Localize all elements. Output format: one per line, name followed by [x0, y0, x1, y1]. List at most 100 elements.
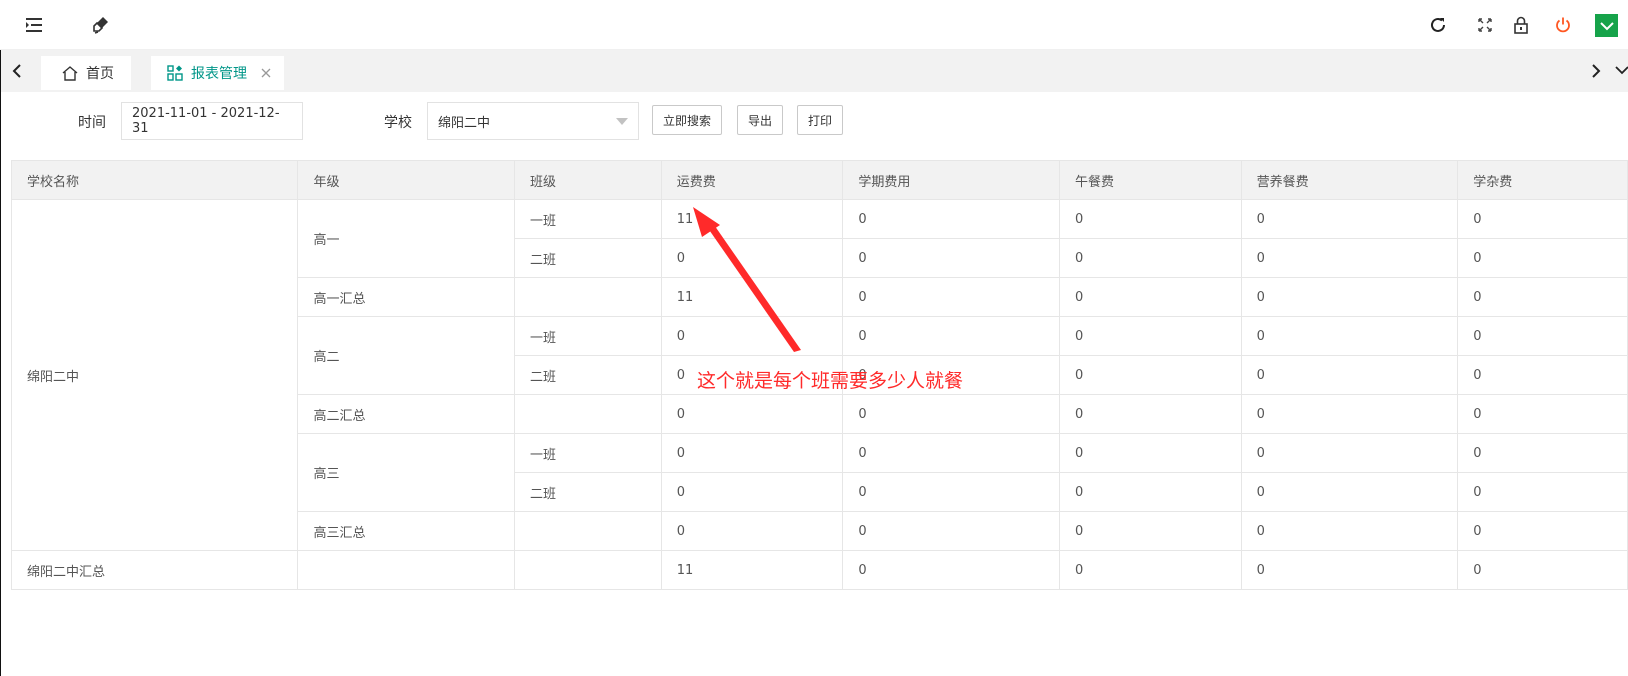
empty-cell [514, 550, 662, 590]
value-cell: 0 [1457, 394, 1628, 434]
empty-cell [297, 550, 516, 590]
tab-home-label: 首页 [86, 66, 114, 82]
value-cell: 0 [660, 433, 844, 473]
report-icon [167, 65, 183, 81]
header-school-name: 学校名称 [10, 160, 299, 200]
header-lunch-fee: 午餐费 [1059, 160, 1242, 200]
value-cell: 0 [660, 394, 844, 434]
value-cell: 0 [1059, 199, 1242, 239]
header-class: 班级 [514, 160, 662, 200]
header-freight-fee: 运费费 [660, 160, 844, 200]
value-cell: 0 [842, 277, 1061, 317]
lock-icon[interactable] [1510, 14, 1532, 36]
class-cell: 二班 [514, 238, 662, 278]
class-cell: 一班 [514, 433, 662, 473]
tab-home[interactable]: 首页 [41, 56, 131, 90]
value-cell: 0 [1240, 199, 1459, 239]
school-summary-cell: 绵阳二中汇总 [10, 550, 299, 590]
value-cell: 0 [1059, 316, 1242, 356]
export-button[interactable]: 导出 [737, 105, 783, 135]
value-cell: 0 [1240, 511, 1459, 551]
value-cell: 0 [1240, 394, 1459, 434]
class-cell: 一班 [514, 316, 662, 356]
value-cell: 0 [1457, 199, 1628, 239]
grade-summary-cell: 高一汇总 [297, 277, 516, 317]
tab-report-management[interactable]: 报表管理 [151, 56, 284, 90]
value-cell: 0 [1059, 394, 1242, 434]
value-cell: 0 [1457, 277, 1628, 317]
class-cell [514, 277, 662, 317]
school-name-cell: 绵阳二中 [10, 199, 299, 551]
value-cell: 0 [842, 550, 1061, 590]
header-misc-fee: 学杂费 [1457, 160, 1628, 200]
class-cell [514, 394, 662, 434]
value-cell: 0 [1059, 511, 1242, 551]
class-cell: 二班 [514, 472, 662, 512]
chevron-down-icon[interactable] [1595, 14, 1618, 37]
value-cell: 0 [1059, 472, 1242, 512]
value-cell: 11 [660, 550, 844, 590]
tab-scroll-left-icon[interactable] [10, 62, 24, 84]
grade-cell: 高三 [297, 433, 516, 512]
tab-dropdown-icon[interactable] [1615, 64, 1628, 80]
value-cell: 0 [1240, 472, 1459, 512]
class-cell: 二班 [514, 355, 662, 395]
print-button[interactable]: 打印 [797, 105, 843, 135]
annotation-arrow [693, 207, 801, 352]
value-cell: 0 [660, 511, 844, 551]
value-cell: 0 [1059, 355, 1242, 395]
value-cell: 0 [842, 511, 1061, 551]
table-header-row: 学校名称 年级 班级 运费费 学期费用 午餐费 营养餐费 学杂费 [10, 160, 1628, 200]
value-cell: 0 [660, 472, 844, 512]
header-grade: 年级 [297, 160, 516, 200]
value-cell: 0 [1457, 550, 1628, 590]
value-cell: 0 [1240, 316, 1459, 356]
grade-summary-cell: 高三汇总 [297, 511, 516, 551]
refresh-icon[interactable] [1427, 14, 1449, 36]
date-range-input[interactable]: 2021-11-01 - 2021-12-31 [121, 102, 303, 140]
school-label: 学校 [384, 115, 412, 131]
time-label: 时间 [78, 115, 106, 131]
home-icon [62, 65, 78, 81]
left-edge-divider [0, 50, 1, 676]
value-cell: 0 [1059, 550, 1242, 590]
tab-scroll-right-icon[interactable] [1589, 62, 1603, 84]
value-cell: 0 [1240, 238, 1459, 278]
table-total-row: 绵阳二中汇总 11 0 0 0 0 [10, 550, 1628, 590]
value-cell: 0 [1457, 433, 1628, 473]
search-button[interactable]: 立即搜索 [652, 105, 722, 135]
annotation-text: 这个就是每个班需要多少人就餐 [697, 370, 964, 392]
tab-report-label: 报表管理 [191, 66, 247, 82]
brush-icon[interactable] [89, 14, 111, 36]
school-select-value: 绵阳二中 [438, 115, 491, 131]
header-term-fee: 学期费用 [842, 160, 1061, 200]
value-cell: 0 [1457, 238, 1628, 278]
fullscreen-icon[interactable] [1474, 14, 1496, 36]
date-range-value: 2021-11-01 - 2021-12-31 [132, 106, 280, 136]
value-cell: 0 [1240, 277, 1459, 317]
grade-summary-cell: 高二汇总 [297, 394, 516, 434]
tab-bar: 首页 报表管理 [0, 50, 1628, 92]
value-cell: 0 [1240, 355, 1459, 395]
close-icon[interactable] [261, 68, 271, 78]
value-cell: 0 [1457, 511, 1628, 551]
table-row: 绵阳二中 高一 一班 11 0 0 0 0 [10, 199, 1628, 551]
value-cell: 0 [842, 316, 1061, 356]
select-arrow-icon [616, 117, 628, 125]
school-select[interactable]: 绵阳二中 [427, 102, 639, 140]
menu-icon[interactable] [23, 14, 45, 36]
value-cell: 0 [842, 238, 1061, 278]
value-cell: 0 [842, 394, 1061, 434]
value-cell: 0 [1059, 277, 1242, 317]
class-cell: 一班 [514, 199, 662, 239]
value-cell: 0 [1059, 433, 1242, 473]
top-bar [0, 0, 1628, 50]
value-cell: 0 [1240, 550, 1459, 590]
value-cell: 0 [842, 433, 1061, 473]
power-icon[interactable] [1552, 14, 1574, 36]
class-cell [514, 511, 662, 551]
value-cell: 0 [1457, 355, 1628, 395]
value-cell: 0 [842, 472, 1061, 512]
value-cell: 0 [1457, 472, 1628, 512]
grade-cell: 高二 [297, 316, 516, 395]
